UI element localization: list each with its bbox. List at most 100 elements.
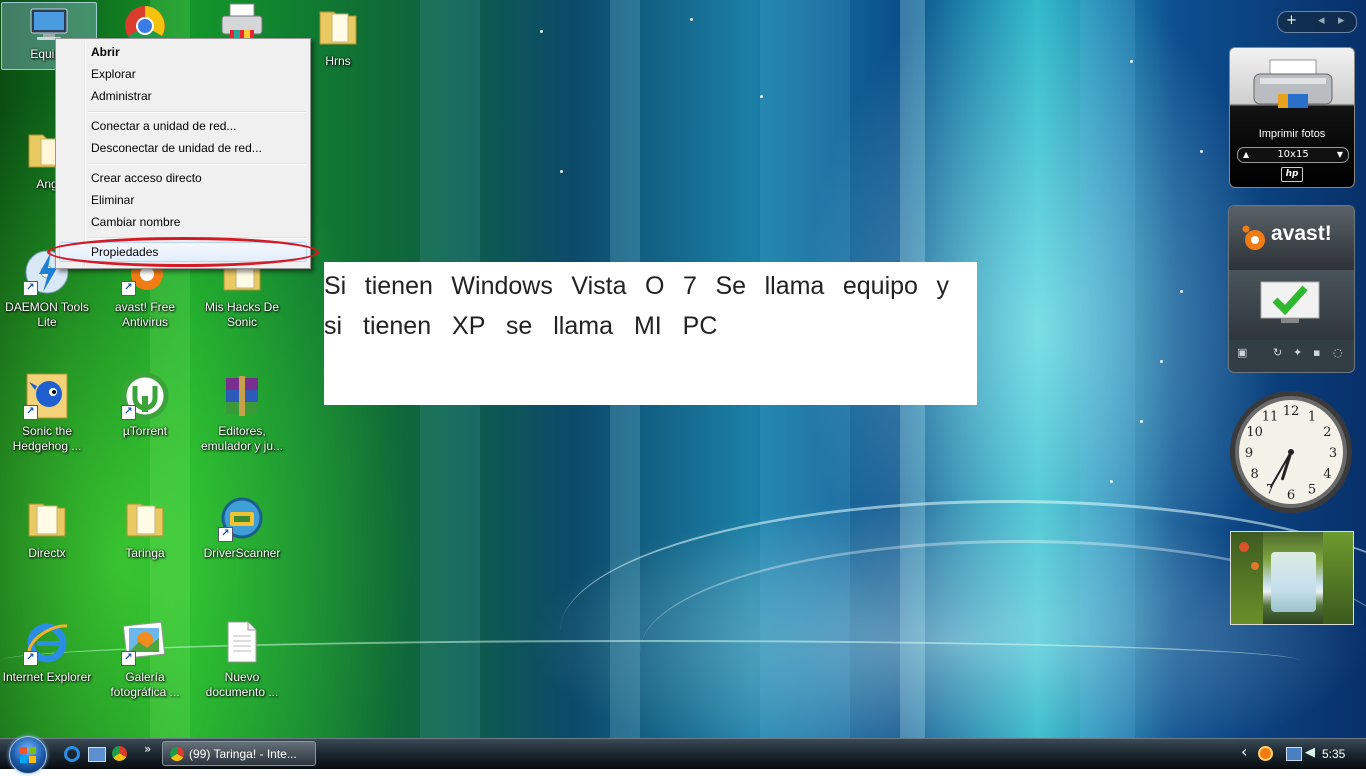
desktop-icon-nuevo-documento[interactable]: Nuevo documento ... [195,618,289,700]
menu-item-desconectar-unidad[interactable]: Desconectar de unidad de red... [59,138,307,158]
twitter-icon[interactable]: ✦ [1293,346,1302,359]
printer-gadget[interactable]: Imprimir fotos ▲ 10x15 ▼ hp [1229,47,1355,188]
winrar-archive-icon [218,372,266,420]
printer-gadget-title: Imprimir fotos [1258,128,1326,140]
quicklaunch-chrome-icon[interactable] [112,746,127,761]
text-document-icon [218,618,266,666]
icon-label: avast! Free Antivirus [114,300,176,329]
shortcut-arrow-icon: ↗ [23,405,38,420]
desktop-icon-taringa[interactable]: Taringa [98,494,192,561]
tray-expand-button[interactable]: ‹ [1241,742,1247,761]
shortcut-arrow-icon: ↗ [121,405,136,420]
avast-gadget[interactable]: avast! ▣ ↻ ✦ ▪ ◌ [1228,205,1355,373]
taskbar: » (99) Taringa! - Inte... ‹ ◀ 5:35 [0,736,1366,774]
avast-toolbar: ▣ ↻ ✦ ▪ ◌ [1229,346,1354,366]
clock-gadget[interactable]: 12 1 2 3 4 5 6 7 8 9 10 11 [1228,389,1354,515]
folder-icon [23,494,71,542]
menu-item-administrar[interactable]: Administrar [59,86,307,106]
desktop-icon-sonic[interactable]: ↗ Sonic the Hedgehog ... [0,372,94,454]
menu-item-crear-acceso-directo[interactable]: Crear acceso directo [59,168,307,188]
icon-label: Mis Hacks De Sonic [204,300,279,329]
icon-label: Editores, emulador y ju... [200,424,284,453]
clock-number: 10 [1246,425,1263,440]
rss-icon[interactable]: ◌ [1333,346,1343,359]
refresh-icon[interactable]: ↻ [1273,346,1282,359]
icon-label: Nuevo documento ... [205,670,279,699]
desktop-icon-internet-explorer[interactable]: ↗ Internet Explorer [0,618,94,685]
up-arrow-icon[interactable]: ▲ [1243,148,1249,162]
folder-icon [121,494,169,542]
desktop-icon-utorrent[interactable]: ↗ µTorrent [98,372,192,439]
context-menu: Abrir Explorar Administrar Conectar a un… [55,38,311,269]
clock-number: 11 [1262,410,1279,425]
tray-volume-icon[interactable]: ◀ [1305,745,1315,760]
taskbar-clock[interactable]: 5:35 [1322,747,1345,761]
menu-separator [88,111,306,113]
driverscanner-icon: ↗ [218,494,266,542]
photo-size-value: 10x15 [1277,149,1309,160]
printer-icon [1250,58,1336,117]
waterfall-photo [1271,552,1316,612]
hp-logo: hp [1281,167,1303,182]
taskbar-window-button[interactable]: (99) Taringa! - Inte... [162,741,316,766]
menu-item-conectar-unidad[interactable]: Conectar a unidad de red... [59,116,307,136]
desktop[interactable]: Equipo Ang ↗ DAEMON Tools Lite ↗ Sonic t… [0,0,1366,738]
quicklaunch-show-desktop-icon[interactable] [88,747,106,762]
note-line: Si tienen Windows Vista O 7 Se llama equ… [324,272,949,300]
clock-number: 9 [1245,446,1253,461]
highlight-circle-annotation [47,237,319,267]
down-arrow-icon[interactable]: ▼ [1337,148,1343,162]
menu-item-explorar[interactable]: Explorar [59,64,307,84]
quicklaunch-more-button[interactable]: » [144,742,151,756]
shortcut-arrow-icon: ↗ [121,281,136,296]
clock-number: 4 [1323,467,1331,482]
start-button[interactable] [9,736,47,774]
menu-item-abrir[interactable]: Abrir [59,42,307,62]
note-line: si tienen XP se llama MI PC [324,312,718,340]
icon-label: DriverScanner [203,546,281,560]
avast-logo [1241,224,1269,255]
icon-label: Internet Explorer [2,670,92,684]
icon-label: Directx [28,546,66,560]
desktop-icon-directx[interactable]: Directx [0,494,94,561]
sidebar-prev-button[interactable]: ◂ [1318,13,1325,28]
folder-icon [314,2,362,50]
menu-item-cambiar-nombre[interactable]: Cambiar nombre [59,212,307,232]
tray-avast-icon[interactable] [1258,746,1273,761]
taskbar-window-title: (99) Taringa! - Inte... [189,747,297,761]
window-icon[interactable]: ▣ [1237,346,1247,359]
tray-network-icon[interactable] [1286,747,1302,761]
internet-explorer-icon: ↗ [23,618,71,666]
icon-label: Taringa [125,546,165,560]
avast-brand: avast! [1271,222,1332,245]
photo-size-selector[interactable]: ▲ 10x15 ▼ [1237,147,1349,163]
icon-label: Sonic the Hedgehog ... [12,424,82,453]
shortcut-arrow-icon: ↗ [23,281,38,296]
clock-number: 3 [1329,446,1337,461]
menu-separator [88,163,306,165]
icon-label: Galería fotográfica ... [110,670,180,699]
icon-label: DAEMON Tools Lite [5,300,89,329]
menu-item-eliminar[interactable]: Eliminar [59,190,307,210]
slideshow-gadget[interactable] [1230,531,1354,625]
desktop-icon-galeria[interactable]: ↗ Galería fotográfica ... [98,618,192,700]
clock-number: 6 [1287,488,1295,503]
sidebar-next-button[interactable]: ▸ [1338,13,1345,28]
clock-number: 12 [1283,404,1300,419]
quicklaunch-ie-icon[interactable] [64,746,80,762]
protected-check-icon [1259,280,1321,329]
shortcut-arrow-icon: ↗ [23,651,38,666]
desktop-icon-driverscanner[interactable]: ↗ DriverScanner [195,494,289,561]
chrome-icon [170,747,184,761]
utorrent-icon: ↗ [121,372,169,420]
icon-label: µTorrent [122,424,168,438]
clock-number: 5 [1308,482,1316,497]
shortcut-arrow-icon: ↗ [121,651,136,666]
clock-number: 1 [1308,410,1316,425]
facebook-icon[interactable]: ▪ [1313,346,1320,359]
clock-number: 2 [1323,425,1331,440]
desktop-icon-editores[interactable]: Editores, emulador y ju... [195,372,289,454]
photo-gallery-icon: ↗ [121,618,169,666]
annotation-note: Si tienen Windows Vista O 7 Se llama equ… [324,262,977,405]
add-gadget-button[interactable]: + [1286,13,1297,28]
